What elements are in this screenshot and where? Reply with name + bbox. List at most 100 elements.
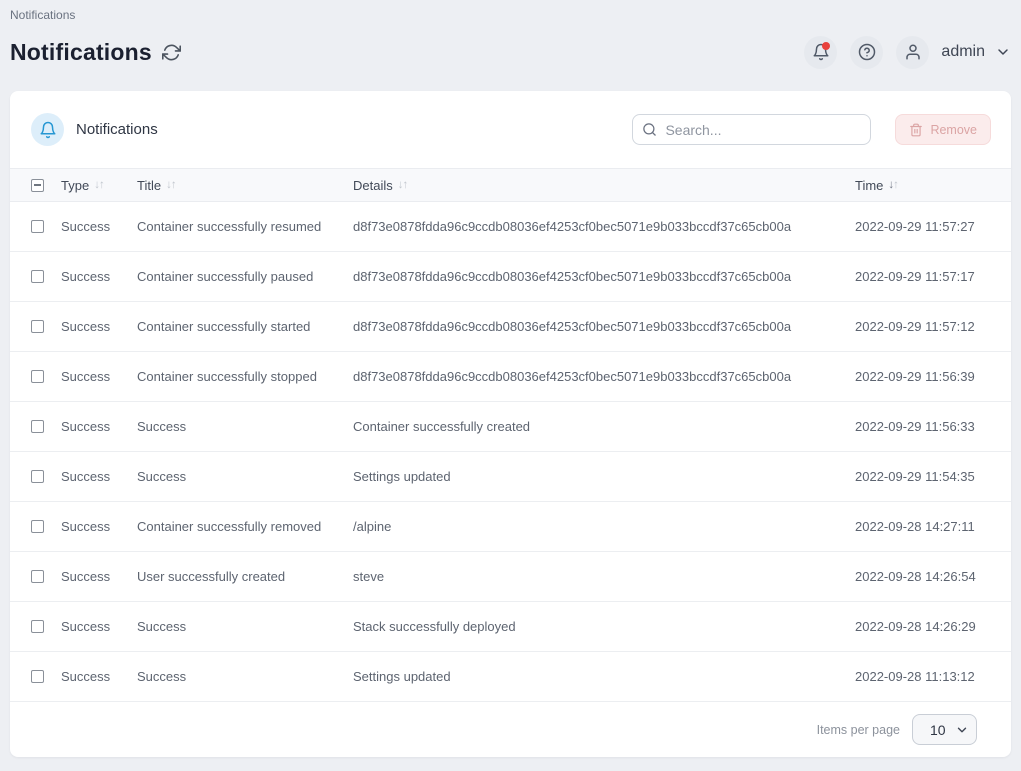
unread-notifications-badge <box>822 42 830 50</box>
notifications-button[interactable] <box>804 36 837 69</box>
widget-title: Notifications <box>76 121 158 138</box>
remove-button[interactable]: Remove <box>895 114 991 145</box>
row-checkbox-cell <box>31 220 61 233</box>
row-time: 2022-09-29 11:54:35 <box>855 469 999 484</box>
user-name: admin <box>941 43 985 61</box>
table-header: Type ↓↑ Title ↓↑ Details ↓↑ Time ↓↑ <box>10 168 1011 202</box>
row-time: 2022-09-29 11:57:17 <box>855 269 999 284</box>
row-checkbox-cell <box>31 670 61 683</box>
row-title: Success <box>137 619 353 634</box>
row-type: Success <box>61 269 137 284</box>
items-per-page-select-wrap: 10 <box>912 714 977 745</box>
row-title: Container successfully started <box>137 319 353 334</box>
row-checkbox[interactable] <box>31 220 44 233</box>
items-per-page-select[interactable]: 10 <box>912 714 977 745</box>
sort-icon: ↓↑ <box>94 179 104 191</box>
row-type: Success <box>61 669 137 684</box>
row-title: Success <box>137 669 353 684</box>
column-label-title: Title <box>137 178 161 193</box>
row-time: 2022-09-29 11:57:27 <box>855 219 999 234</box>
row-details: Container successfully created <box>353 419 855 434</box>
widget-bell-icon <box>31 113 64 146</box>
select-all-checkbox[interactable] <box>31 179 44 192</box>
row-title: Container successfully paused <box>137 269 353 284</box>
row-type: Success <box>61 219 137 234</box>
row-time: 2022-09-28 14:26:29 <box>855 619 999 634</box>
row-checkbox-cell <box>31 620 61 633</box>
table-row: Success Container successfully stopped d… <box>10 352 1011 402</box>
select-all-cell <box>31 179 61 192</box>
items-per-page-label: Items per page <box>817 723 900 737</box>
row-details: Stack successfully deployed <box>353 619 855 634</box>
sort-icon: ↓↑ <box>166 179 176 191</box>
sort-icon: ↓↑ <box>398 179 408 191</box>
column-label-type: Type <box>61 178 89 193</box>
breadcrumb[interactable]: Notifications <box>0 0 1021 22</box>
help-icon <box>858 43 876 61</box>
page: Notifications Notifications <box>0 0 1021 771</box>
row-details: d8f73e0878fdda96c9ccdb08036ef4253cf0bec5… <box>353 369 855 384</box>
table-row: Success Success Container successfully c… <box>10 402 1011 452</box>
row-details: Settings updated <box>353 669 855 684</box>
row-checkbox[interactable] <box>31 620 44 633</box>
row-checkbox-cell <box>31 370 61 383</box>
table-row: Success Container successfully removed /… <box>10 502 1011 552</box>
row-type: Success <box>61 319 137 334</box>
row-time: 2022-09-28 14:26:54 <box>855 569 999 584</box>
table-row: Success Container successfully started d… <box>10 302 1011 352</box>
widget-footer: Items per page 10 <box>10 702 1011 757</box>
row-time: 2022-09-28 14:27:11 <box>855 519 999 534</box>
header-actions: admin <box>804 36 1011 69</box>
row-title: User successfully created <box>137 569 353 584</box>
row-time: 2022-09-28 11:13:12 <box>855 669 999 684</box>
refresh-icon <box>162 43 181 62</box>
row-checkbox-cell <box>31 270 61 283</box>
row-checkbox[interactable] <box>31 570 44 583</box>
remove-button-label: Remove <box>930 123 977 137</box>
search-box <box>632 114 871 145</box>
row-details: steve <box>353 569 855 584</box>
row-checkbox[interactable] <box>31 370 44 383</box>
row-checkbox-cell <box>31 470 61 483</box>
row-checkbox[interactable] <box>31 270 44 283</box>
user-menu[interactable]: admin <box>896 36 1011 69</box>
row-details: Settings updated <box>353 469 855 484</box>
column-label-details: Details <box>353 178 393 193</box>
chevron-down-icon <box>995 44 1011 60</box>
row-checkbox[interactable] <box>31 420 44 433</box>
column-header-details[interactable]: Details ↓↑ <box>353 178 855 193</box>
column-header-type[interactable]: Type ↓↑ <box>61 178 137 193</box>
row-checkbox[interactable] <box>31 670 44 683</box>
row-time: 2022-09-29 11:57:12 <box>855 319 999 334</box>
row-time: 2022-09-29 11:56:33 <box>855 419 999 434</box>
column-label-time: Time <box>855 178 883 193</box>
column-header-time[interactable]: Time ↓↑ <box>855 178 999 193</box>
widget-header: Notifications Remove <box>10 91 1011 168</box>
row-checkbox[interactable] <box>31 470 44 483</box>
page-header: Notifications <box>10 34 1011 70</box>
search-input[interactable] <box>632 114 871 145</box>
row-details: d8f73e0878fdda96c9ccdb08036ef4253cf0bec5… <box>353 319 855 334</box>
row-title: Container successfully resumed <box>137 219 353 234</box>
row-details: d8f73e0878fdda96c9ccdb08036ef4253cf0bec5… <box>353 269 855 284</box>
row-checkbox-cell <box>31 570 61 583</box>
help-button[interactable] <box>850 36 883 69</box>
refresh-button[interactable] <box>162 43 181 62</box>
user-icon <box>904 43 922 61</box>
table-row: Success Container successfully resumed d… <box>10 202 1011 252</box>
table-row: Success Success Stack successfully deplo… <box>10 602 1011 652</box>
row-title: Container successfully stopped <box>137 369 353 384</box>
row-type: Success <box>61 369 137 384</box>
user-avatar <box>896 36 929 69</box>
row-checkbox[interactable] <box>31 520 44 533</box>
row-type: Success <box>61 419 137 434</box>
row-type: Success <box>61 619 137 634</box>
trash-icon <box>909 123 923 137</box>
row-checkbox-cell <box>31 420 61 433</box>
column-header-title[interactable]: Title ↓↑ <box>137 178 353 193</box>
search-icon <box>642 122 657 137</box>
row-checkbox[interactable] <box>31 320 44 333</box>
notifications-widget: Notifications Remove Type ↓↑ Title ↓↑ <box>10 91 1011 757</box>
table-row: Success User successfully created steve … <box>10 552 1011 602</box>
sort-icon-active: ↓↑ <box>888 179 898 191</box>
